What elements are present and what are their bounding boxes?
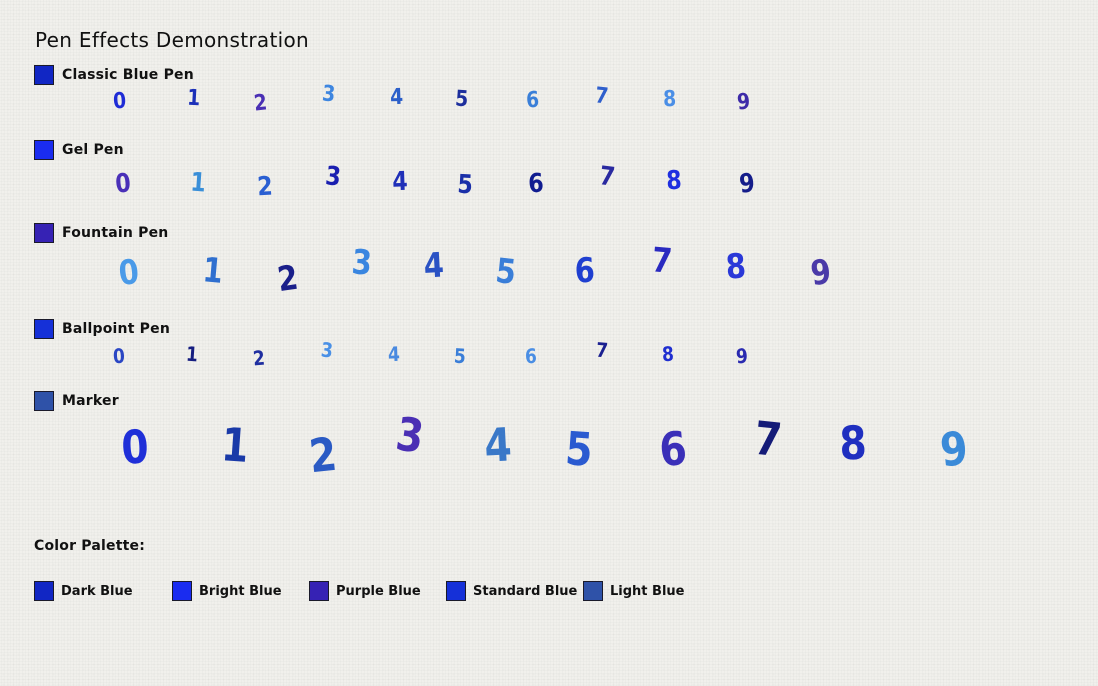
pen-label: Marker <box>62 393 119 409</box>
handwritten-digit: 5 <box>454 86 470 113</box>
handwritten-digit: 6 <box>525 87 540 114</box>
palette-item: Dark Blue <box>34 580 133 602</box>
palette-label: Standard Blue <box>473 583 578 599</box>
handwritten-digit: 2 <box>252 90 269 117</box>
pen-section: Marker <box>0 390 1098 480</box>
handwritten-digit: 0 <box>120 419 151 475</box>
pen-label: Gel Pen <box>62 142 124 158</box>
palette-item: Standard Blue <box>446 580 577 602</box>
handwritten-digit: 8 <box>661 341 675 367</box>
handwritten-digit: 4 <box>389 84 404 111</box>
handwritten-digit: 3 <box>323 161 342 193</box>
handwritten-digit: 6 <box>527 168 545 200</box>
handwritten-digit: 2 <box>251 345 266 371</box>
handwritten-digit: 1 <box>201 250 225 292</box>
handwritten-digit: 7 <box>751 410 785 468</box>
pen-header: Marker <box>34 390 119 412</box>
pen-header: Fountain Pen <box>34 222 168 244</box>
handwritten-digit: 1 <box>186 85 201 112</box>
handwritten-digit: 8 <box>838 415 868 471</box>
pen-section: Gel Pen <box>0 139 1098 229</box>
palette-swatch <box>309 581 329 601</box>
palette-label: Dark Blue <box>61 583 133 599</box>
palette-item: Light Blue <box>583 580 684 602</box>
handwritten-digit: 0 <box>112 343 126 369</box>
handwritten-digit: 5 <box>456 169 474 201</box>
pen-header: Classic Blue Pen <box>34 64 194 86</box>
handwritten-digit: 5 <box>493 251 519 293</box>
handwritten-digit: 1 <box>189 167 207 199</box>
pen-header: Gel Pen <box>34 139 124 161</box>
handwritten-digit: 7 <box>593 83 610 110</box>
handwritten-digit: 4 <box>422 245 446 287</box>
handwritten-digit: 7 <box>650 240 674 282</box>
handwritten-digit: 6 <box>574 250 596 292</box>
pen-header: Ballpoint Pen <box>34 318 170 340</box>
handwritten-digit: 3 <box>321 81 337 108</box>
handwritten-digit: 6 <box>657 420 690 478</box>
handwritten-digit: 5 <box>453 343 467 369</box>
handwritten-digit: 4 <box>387 341 400 367</box>
palette-swatch <box>172 581 192 601</box>
palette-label: Purple Blue <box>336 583 421 599</box>
handwritten-digit: 3 <box>350 242 374 284</box>
handwritten-digit: 8 <box>662 86 677 113</box>
page-title: Pen Effects Demonstration <box>35 28 309 52</box>
pen-color-swatch <box>34 140 54 160</box>
handwritten-digit: 0 <box>116 252 142 294</box>
handwritten-digit: 9 <box>808 251 834 295</box>
palette-label: Light Blue <box>610 583 685 599</box>
palette-label: Bright Blue <box>199 583 282 599</box>
pen-color-swatch <box>34 65 54 85</box>
handwritten-digit: 0 <box>113 168 132 200</box>
handwritten-digit: 4 <box>391 166 408 198</box>
pen-label: Fountain Pen <box>62 225 169 241</box>
palette-item: Bright Blue <box>172 580 282 602</box>
handwritten-digit: 7 <box>594 337 609 363</box>
palette-swatch <box>34 581 54 601</box>
pen-color-swatch <box>34 391 54 411</box>
handwritten-digit: 9 <box>937 420 971 478</box>
handwritten-digit: 1 <box>219 417 251 473</box>
handwritten-digit: 4 <box>483 417 514 473</box>
handwritten-digit: 8 <box>724 246 748 288</box>
palette-title: Color Palette: <box>34 538 145 554</box>
pen-section: Fountain Pen <box>0 222 1098 312</box>
palette-item: Purple Blue <box>309 580 421 602</box>
pen-color-swatch <box>34 319 54 339</box>
handwritten-digit: 7 <box>597 161 617 193</box>
pen-label: Classic Blue Pen <box>62 67 194 83</box>
handwritten-digit: 3 <box>319 337 334 363</box>
handwritten-digit: 2 <box>306 426 340 484</box>
handwritten-digit: 5 <box>563 421 595 477</box>
handwritten-digit: 6 <box>524 343 537 369</box>
handwritten-digit: 9 <box>734 343 749 369</box>
handwritten-digit: 0 <box>112 88 127 115</box>
pen-color-swatch <box>34 223 54 243</box>
palette-swatch <box>446 581 466 601</box>
handwritten-digit: 2 <box>256 171 274 203</box>
palette-swatch <box>583 581 603 601</box>
handwritten-digit: 9 <box>735 89 752 116</box>
handwritten-digit: 1 <box>184 341 199 367</box>
handwritten-digit: 8 <box>665 165 683 197</box>
handwritten-digit: 9 <box>737 168 756 200</box>
pen-label: Ballpoint Pen <box>62 321 171 337</box>
